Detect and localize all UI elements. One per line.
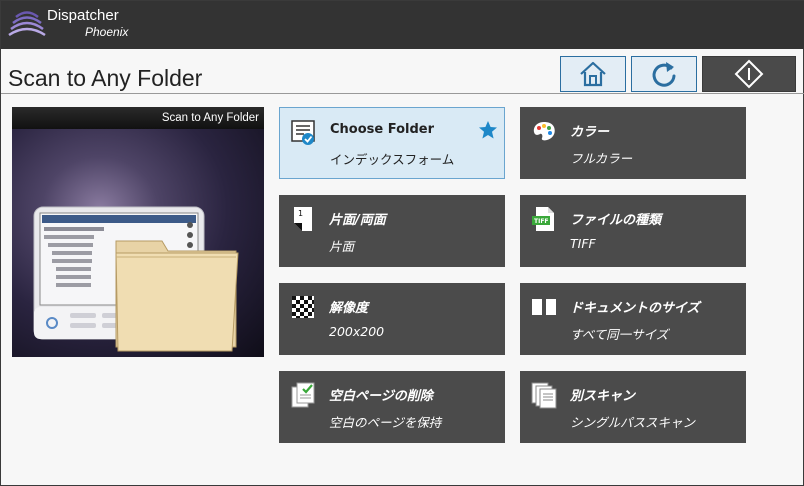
reset-button[interactable]: [631, 56, 697, 92]
tile-blank-page-removal[interactable]: 空白ページの削除 空白のページを保持: [279, 371, 505, 443]
tile-label: カラー: [570, 125, 610, 140]
tile-label: ファイルの種類: [570, 213, 662, 228]
tile-resolution[interactable]: 解像度 200x200: [279, 283, 505, 355]
tiff-file-icon: TIFF: [532, 207, 554, 231]
tile-value: シングルパススキャン: [570, 415, 696, 430]
palette-icon: [533, 122, 555, 141]
tile-value: 空白のページを保持: [329, 415, 442, 430]
dispatcher-logo-icon: [8, 11, 46, 37]
workflow-preview: Scan to Any Folder: [12, 107, 264, 357]
multi-page-scan-icon: [531, 382, 557, 409]
svg-text:1: 1: [298, 209, 303, 218]
tile-file-type[interactable]: TIFF ファイルの種類 TIFF: [520, 195, 746, 267]
tile-label: Choose Folder: [330, 122, 435, 137]
svg-text:TIFF: TIFF: [534, 218, 549, 225]
page-one-sided-icon: 1: [294, 207, 312, 231]
home-button[interactable]: [560, 56, 626, 92]
tile-label: 片面/両面: [329, 213, 386, 228]
star-icon[interactable]: [478, 120, 498, 140]
tile-label: ドキュメントのサイズ: [570, 301, 700, 316]
tile-value: フルカラー: [570, 151, 633, 166]
brand-subtitle: Phoenix: [85, 25, 129, 39]
device-with-folder-illustration: [33, 206, 239, 352]
start-button[interactable]: [702, 56, 796, 92]
top-bar: Dispatcher Phoenix: [1, 1, 804, 49]
tile-duplex[interactable]: 1 片面/両面 片面: [279, 195, 505, 267]
tile-document-size[interactable]: ドキュメントのサイズ すべて同一サイズ: [520, 283, 746, 355]
page-title: Scan to Any Folder: [8, 65, 203, 91]
tile-label: 空白ページの削除: [329, 389, 433, 404]
header-divider: [1, 93, 804, 94]
tile-value: すべて同一サイズ: [570, 327, 669, 342]
tile-value: インデックスフォーム: [330, 152, 455, 167]
tile-choose-folder[interactable]: Choose Folder インデックスフォーム: [279, 107, 505, 179]
blank-page-check-icon: [291, 382, 315, 408]
tile-label: 解像度: [329, 301, 369, 316]
start-diamond-icon: [734, 59, 764, 89]
tile-value: 片面: [329, 239, 355, 254]
tile-value: 200x200: [329, 324, 385, 339]
resolution-checker-icon: [292, 296, 314, 318]
tile-color[interactable]: カラー フルカラー: [520, 107, 746, 179]
refresh-icon: [652, 62, 676, 87]
brand-name: Dispatcher: [47, 7, 119, 24]
tile-separate-scan[interactable]: 別スキャン シングルパススキャン: [520, 371, 746, 443]
tile-label: 別スキャン: [570, 389, 636, 404]
document-size-icon: [532, 299, 556, 315]
tile-value: TIFF: [570, 236, 596, 251]
app-frame: Dispatcher Phoenix Scan to Any Folder Sc…: [0, 0, 804, 486]
folder-list-icon: [291, 120, 315, 145]
home-icon: [580, 61, 606, 87]
